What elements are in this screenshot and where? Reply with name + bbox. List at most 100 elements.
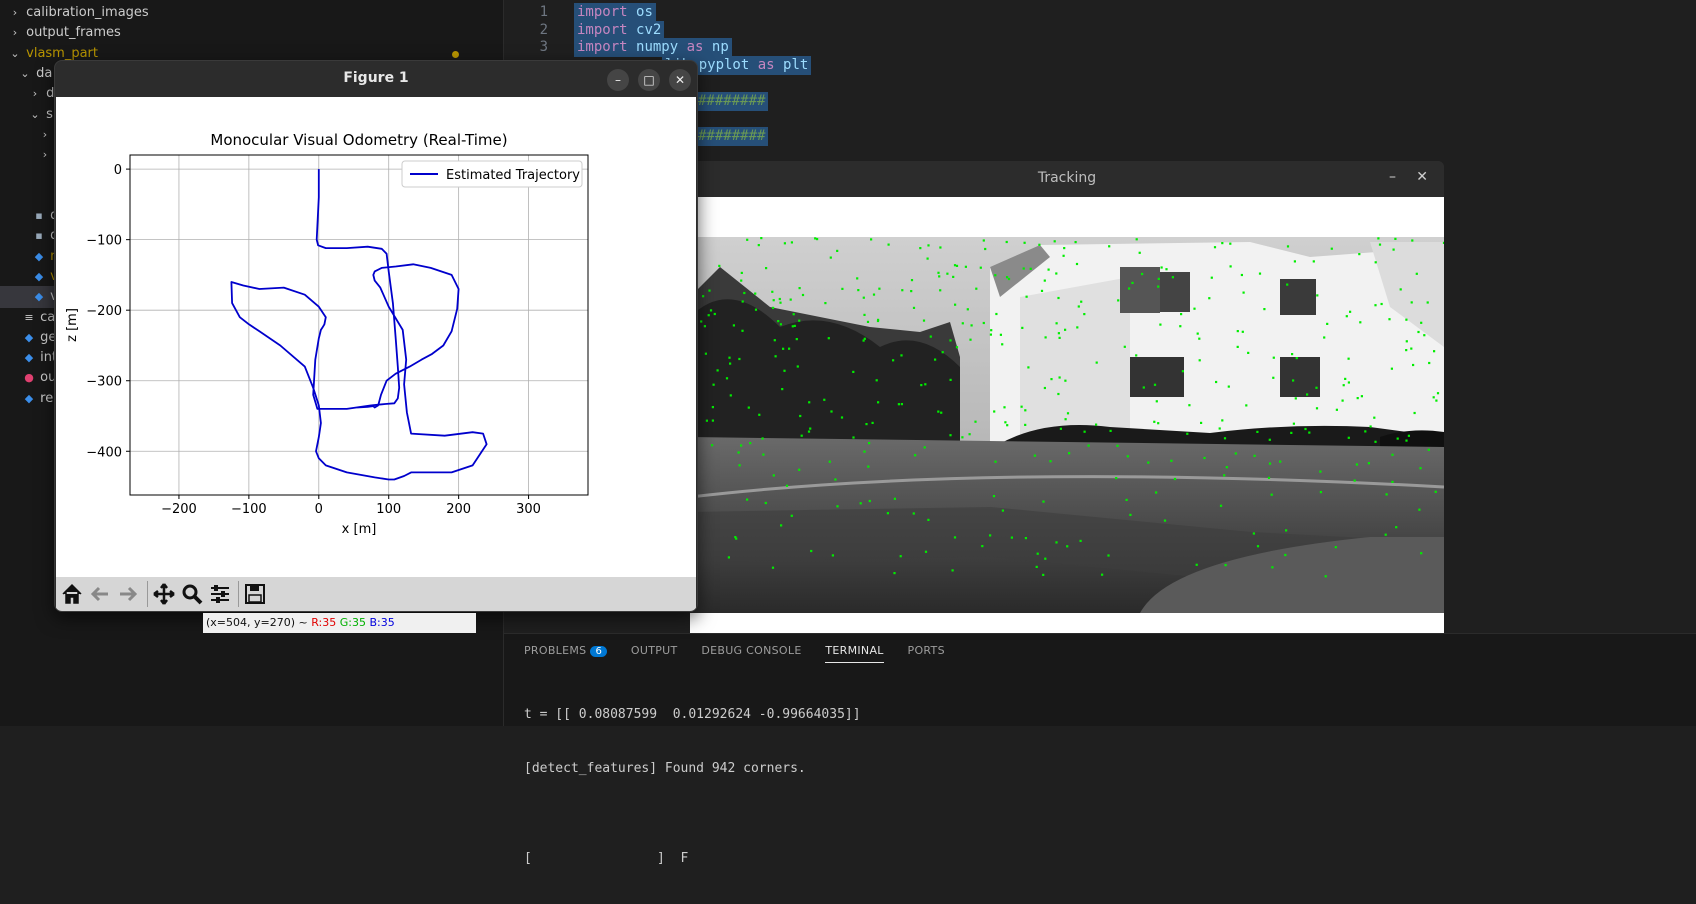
feature-point <box>924 550 928 553</box>
code-text: import numpy as np <box>574 38 732 58</box>
feature-point <box>1195 563 1198 566</box>
maximize-button[interactable]: □ <box>638 69 660 91</box>
code-text: import os <box>574 3 656 22</box>
feature-point <box>1057 392 1060 396</box>
code-line[interactable]: 2 import cv2 <box>504 20 665 40</box>
save-icon[interactable] <box>243 582 267 606</box>
feature-point <box>1058 336 1061 339</box>
feature-point <box>1290 431 1293 434</box>
feature-point <box>1196 332 1199 335</box>
x-tick-label: −200 <box>161 502 197 517</box>
feature-point <box>841 287 844 290</box>
feature-point <box>1022 267 1025 270</box>
feature-point <box>1077 305 1080 308</box>
feature-point <box>1405 439 1408 442</box>
feature-point <box>1433 350 1436 353</box>
figure-titlebar[interactable]: Figure 1 – □ ✕ <box>55 61 697 97</box>
text-icon: ≡ <box>24 310 34 324</box>
feature-point <box>707 314 710 317</box>
feature-point <box>741 329 744 332</box>
feature-point <box>1268 462 1272 465</box>
feature-point <box>1068 452 1071 455</box>
pan-icon[interactable] <box>152 582 176 606</box>
feature-point <box>937 410 940 413</box>
feature-point <box>949 339 952 342</box>
explorer-item[interactable]: › output_frames <box>0 22 511 44</box>
feature-point <box>734 536 737 539</box>
explorer-item-label: da <box>32 65 53 81</box>
configure-subplots-icon[interactable] <box>208 582 232 606</box>
explorer-item-label: d <box>42 86 55 102</box>
feature-point <box>1165 268 1168 271</box>
feature-point <box>1083 430 1086 433</box>
close-button[interactable]: ✕ <box>1416 169 1428 185</box>
feature-point <box>870 238 873 241</box>
feature-point <box>1236 345 1239 348</box>
feature-point <box>1377 237 1380 240</box>
feature-point <box>1181 370 1184 373</box>
feature-point <box>1003 406 1006 409</box>
feature-point <box>1044 557 1047 560</box>
code-text: import cv2 <box>574 20 665 40</box>
pixel-status-bar: (x=504, y=270) ~ R:35 G:35 B:35 <box>203 613 476 633</box>
tab-terminal[interactable]: TERMINAL <box>825 644 884 663</box>
code-token: plt <box>783 57 809 74</box>
feature-point <box>1323 336 1326 339</box>
zoom-icon[interactable] <box>180 582 204 606</box>
feature-point <box>741 300 744 303</box>
feature-point <box>923 446 926 449</box>
tracking-titlebar[interactable]: Tracking – ✕ <box>690 161 1444 197</box>
feature-point <box>899 555 902 558</box>
feature-point <box>1394 237 1397 240</box>
back-arrow-icon[interactable] <box>88 582 112 606</box>
feature-point <box>713 312 716 316</box>
tab-debug-console[interactable]: DEBUG CONSOLE <box>701 644 801 662</box>
terminal-output[interactable]: t = [[ 0.08087599 0.01292624 -0.99664035… <box>524 670 861 904</box>
tab-problems[interactable]: PROBLEMS 6 <box>524 644 608 662</box>
home-icon[interactable] <box>60 582 84 606</box>
python-icon: ◆ <box>24 330 34 344</box>
minimize-button[interactable]: – <box>1389 169 1396 185</box>
feature-point <box>1066 412 1070 415</box>
feature-point <box>754 308 758 311</box>
feature-point <box>1225 466 1228 469</box>
close-button[interactable]: ✕ <box>669 69 691 91</box>
code-line[interactable]: 1 import os <box>504 3 656 22</box>
feature-point <box>1252 532 1255 535</box>
feature-point <box>857 289 860 292</box>
trajectory-plot[interactable]: −200 −100 0 100 200 300 0 −100 −200 −300 −400 Monoc… <box>56 97 696 577</box>
feature-point <box>1157 285 1160 288</box>
tab-ports[interactable]: PORTS <box>908 644 945 662</box>
feature-point <box>746 498 749 501</box>
feature-point <box>1055 322 1058 325</box>
forward-arrow-icon[interactable] <box>116 582 140 606</box>
feature-point <box>970 324 973 327</box>
feature-point <box>1159 323 1162 326</box>
feature-point <box>1083 313 1086 316</box>
feature-point <box>1066 545 1069 548</box>
feature-point <box>1221 242 1224 245</box>
feature-point <box>711 419 714 422</box>
feature-point <box>757 244 760 247</box>
code-token: as <box>757 57 775 74</box>
feature-point <box>979 266 982 269</box>
feature-point <box>1391 453 1394 456</box>
feature-point <box>1292 422 1295 425</box>
minimize-button[interactable]: – <box>607 69 629 91</box>
feature-point <box>1369 425 1372 428</box>
feature-point <box>951 569 954 572</box>
feature-point <box>1358 253 1361 256</box>
feature-point <box>863 313 866 316</box>
feature-point <box>872 293 876 296</box>
feature-point <box>878 287 881 290</box>
feature-point <box>800 434 803 437</box>
code-line[interactable]: 3 import numpy as np <box>504 38 732 58</box>
feature-point <box>934 358 937 361</box>
feature-point <box>938 275 941 278</box>
line-number: 1 <box>539 4 548 20</box>
feature-point <box>1399 288 1402 291</box>
explorer-item[interactable]: › calibration_images <box>0 2 511 24</box>
tab-output[interactable]: OUTPUT <box>631 644 678 662</box>
feature-point <box>1304 427 1307 431</box>
python-icon: ◆ <box>34 249 44 263</box>
